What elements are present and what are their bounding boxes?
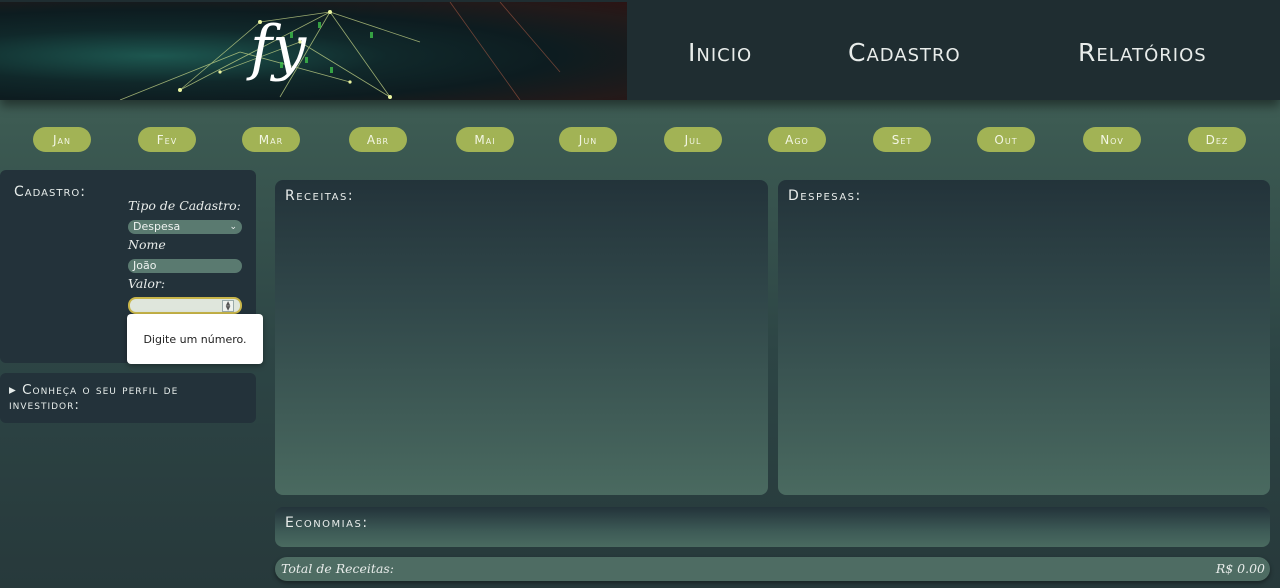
despesas-panel: Despesas: bbox=[778, 180, 1270, 495]
valor-label: Valor: bbox=[128, 276, 166, 291]
month-fev[interactable]: Fev bbox=[138, 127, 196, 152]
economias-panel: Economias: bbox=[275, 507, 1270, 547]
month-nov[interactable]: Nov bbox=[1083, 127, 1141, 152]
total-receitas-bar: Total de Receitas: R$ 0.00 bbox=[275, 557, 1270, 581]
tipo-select[interactable]: Despesa ⌄ bbox=[128, 220, 242, 234]
despesas-title: Despesas: bbox=[788, 188, 862, 204]
nav-inicio[interactable]: Inicio bbox=[688, 38, 752, 67]
month-mai[interactable]: Mai bbox=[456, 127, 514, 152]
total-value: R$ 0.00 bbox=[1215, 561, 1265, 576]
month-abr[interactable]: Abr bbox=[349, 127, 407, 152]
top-nav: Inicio Cadastro Relatórios bbox=[627, 2, 1280, 100]
month-jan[interactable]: Jan bbox=[33, 127, 91, 152]
month-set[interactable]: Set bbox=[873, 127, 931, 152]
nav-relatorios[interactable]: Relatórios bbox=[1078, 38, 1207, 67]
receitas-panel: Receitas: bbox=[275, 180, 768, 495]
validation-tooltip: Digite um número. bbox=[127, 314, 263, 364]
month-selector: Jan Fev Mar Abr Mai Jun Jul Ago Set Out … bbox=[0, 127, 1280, 152]
number-spinner-icon[interactable]: ▲ ▼ bbox=[222, 300, 234, 312]
valor-input[interactable]: ▲ ▼ bbox=[128, 297, 242, 314]
month-dez[interactable]: Dez bbox=[1188, 127, 1246, 152]
total-label: Total de Receitas: bbox=[281, 561, 395, 576]
month-mar[interactable]: Mar bbox=[242, 127, 300, 152]
header: fy Inicio Cadastro Relatórios bbox=[0, 0, 1280, 100]
month-out[interactable]: Out bbox=[977, 127, 1035, 152]
nome-label: Nome bbox=[128, 237, 166, 252]
economias-title: Economias: bbox=[285, 515, 369, 531]
month-ago[interactable]: Ago bbox=[768, 127, 826, 152]
cadastro-title: Cadastro: bbox=[14, 184, 86, 200]
tipo-select-value: Despesa bbox=[133, 220, 181, 233]
nav-cadastro[interactable]: Cadastro bbox=[848, 38, 961, 67]
logo-text: fy bbox=[246, 13, 307, 83]
receitas-title: Receitas: bbox=[285, 188, 355, 204]
chevron-down-icon: ⌄ bbox=[229, 222, 237, 232]
tipo-label: Tipo de Cadastro: bbox=[128, 198, 241, 213]
perfil-label: ▸ Conheça o seu perfil de investidor: bbox=[9, 382, 179, 413]
logo-banner: fy bbox=[0, 2, 627, 100]
nome-input[interactable]: João bbox=[128, 259, 242, 273]
month-jun[interactable]: Jun bbox=[559, 127, 617, 152]
month-jul[interactable]: Jul bbox=[664, 127, 722, 152]
perfil-investidor-toggle[interactable]: ▸ Conheça o seu perfil de investidor: bbox=[0, 373, 256, 423]
